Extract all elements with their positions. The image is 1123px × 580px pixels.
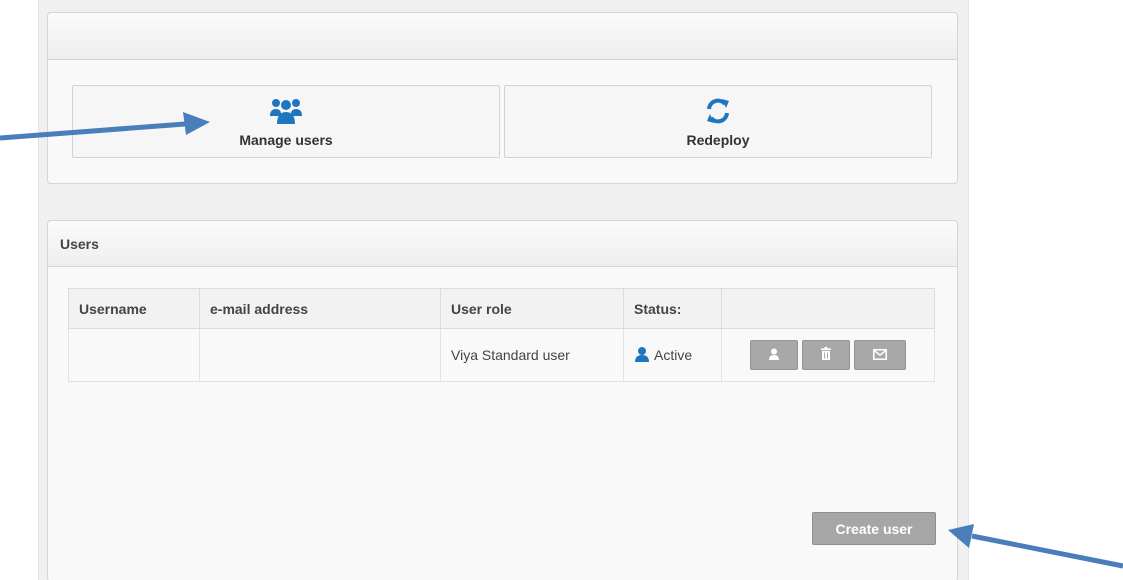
arrow-to-create-user [948,524,1123,569]
annotation-arrows [0,112,1123,569]
app-stage: Manage users Redeploy Users Username e-m… [0,0,1123,580]
arrow-to-manage-users [0,112,210,141]
